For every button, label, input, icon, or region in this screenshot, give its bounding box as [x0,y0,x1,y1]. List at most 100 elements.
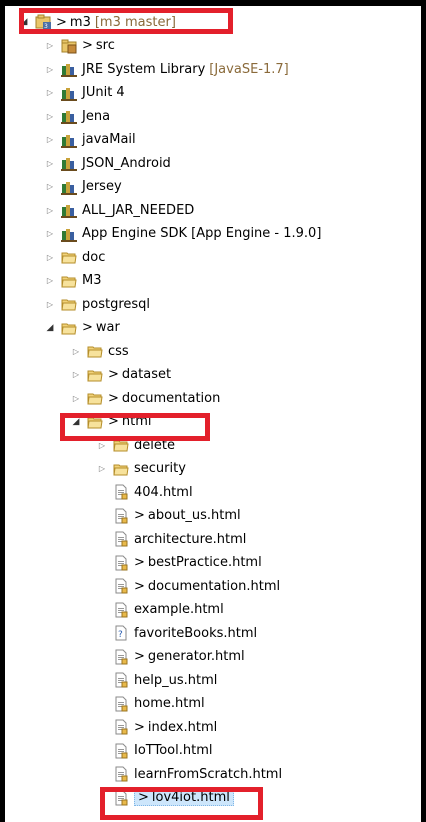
tree-item-label: bestPractice.html [147,555,262,570]
tree-item-text: JRE System Library [JavaSE-1.7] [82,62,289,77]
tree-row-bestpractice-html[interactable]: > bestPractice.html [97,553,421,573]
collapsed-arrow-icon[interactable]: ▷ [71,392,81,404]
tree-row-src[interactable]: ▷ > src [45,36,421,56]
tree-row-javamail[interactable]: ▷ javaMail [45,130,421,150]
tree-item-label: learnFromScratch.html [134,766,283,782]
html-file-icon [113,743,129,759]
tree-item-text: javaMail [82,132,136,147]
tree-row-json-android[interactable]: ▷ JSON_Android [45,153,421,173]
tree-row-jersey[interactable]: ▷ Jersey [45,177,421,197]
tree-row-iottool-html[interactable]: IoTTool.html [97,741,421,761]
tree-row-lov4iot-html[interactable]: > lov4iot.html [97,788,421,808]
library-icon [61,202,77,218]
collapsed-arrow-icon[interactable]: ▷ [45,87,55,99]
collapsed-arrow-icon[interactable]: ▷ [45,40,55,52]
folder-icon [87,390,103,406]
collapsed-arrow-icon[interactable]: ▷ [45,228,55,240]
tree-item-label: doc [82,249,106,265]
collapsed-arrow-icon[interactable]: ▷ [45,63,55,75]
collapsed-arrow-icon[interactable]: ▷ [45,275,55,287]
collapsed-arrow-icon[interactable]: ▷ [45,134,55,146]
collapsed-arrow-icon[interactable]: ▷ [45,204,55,216]
collapsed-arrow-icon[interactable]: ▷ [71,369,81,381]
tree-item-label: dataset [121,367,172,382]
tree-row-home-html[interactable]: home.html [97,694,421,714]
tree-item-text: JUnit 4 [82,85,125,100]
tree-row-html[interactable]: ◢ > html [71,412,421,432]
collapsed-arrow-icon[interactable]: ▷ [45,181,55,193]
tree-row-security[interactable]: ▷ security [97,459,421,479]
collapsed-arrow-icon[interactable]: ▷ [45,251,55,263]
tree-row-help-us-html[interactable]: help_us.html [97,670,421,690]
library-icon [61,155,77,171]
tree-row-index-html[interactable]: > index.html [97,717,421,737]
tree-item-text: M3 [82,273,102,288]
library-icon [61,108,77,124]
tree-row-learnfromscratch-html[interactable]: learnFromScratch.html [97,764,421,784]
tree-row-junit-4[interactable]: ▷ JUnit 4 [45,83,421,103]
unknown-file-icon: ? [113,625,129,641]
tree-row-generator-html[interactable]: > generator.html [97,647,421,667]
tree-item-text: > html [108,414,152,429]
tree-row-about-us-html[interactable]: > about_us.html [97,506,421,526]
tree-item-label: Jersey [82,179,122,194]
tree-item-text: IoTTool.html [134,743,213,758]
tree-item-text: Jersey [82,179,122,194]
tree-row-architecture-html[interactable]: architecture.html [97,529,421,549]
tree-row-css[interactable]: ▷ css [71,341,421,361]
project-icon: 3 [35,14,51,30]
tree-item-text: JSON_Android [82,156,171,171]
tree-item-label: favoriteBooks.html [134,625,258,641]
tree-item-label: javaMail [82,132,136,147]
tree-row-documentation[interactable]: ▷ > documentation [71,388,421,408]
tree-item-label: html [121,414,152,429]
tree-row-project-m3[interactable]: ◢ 3 > m3 [m3 master] [19,12,229,32]
tree-row-example-html[interactable]: example.html [97,600,421,620]
tree-item-text: postgresql [82,297,150,312]
tree-row-documentation-html[interactable]: > documentation.html [97,576,421,596]
tree-row-dataset[interactable]: ▷ > dataset [71,365,421,385]
collapsed-arrow-icon[interactable]: ▷ [45,298,55,310]
tree-row-m3[interactable]: ▷ M3 [45,271,421,291]
git-outgoing-prefix: > [134,555,145,570]
collapsed-arrow-icon[interactable]: ▷ [45,110,55,122]
collapsed-arrow-icon[interactable]: ▷ [97,439,107,451]
tree-row-doc[interactable]: ▷ doc [45,247,421,267]
html-file-icon [113,484,129,500]
tree-item-text: > index.html [134,720,217,735]
tree-row-404-html[interactable]: 404.html [97,482,421,502]
expanded-arrow-icon[interactable]: ◢ [71,416,81,428]
tree-item-label: IoTTool.html [134,743,213,758]
tree-row-jre-system-library[interactable]: ▷ JRE System Library [JavaSE-1.7] [45,59,421,79]
svg-text:3: 3 [44,23,48,30]
collapsed-arrow-icon[interactable]: ▷ [71,345,81,357]
tree-item-label: home.html [134,696,205,711]
tree-row-delete[interactable]: ▷ delete [97,435,421,455]
tree-item-text: > about_us.html [134,508,241,523]
tree-item-text: favoriteBooks.html [134,626,257,641]
tree-item-label: delete [134,437,175,453]
tree-row-favoritebooks-html[interactable]: ? favoriteBooks.html [97,623,421,643]
tree-row-app-engine-sdk-app-engine-1-9-0[interactable]: ▷ App Engine SDK [App Engine - 1.9.0] [45,224,421,244]
tree-item-label: architecture.html [134,531,247,547]
library-icon [61,226,77,242]
tree-row-jena[interactable]: ▷ Jena [45,106,421,126]
collapsed-arrow-icon[interactable]: ▷ [45,157,55,169]
expanded-arrow-icon[interactable]: ◢ [45,322,55,334]
git-outgoing-prefix: > [134,719,145,735]
git-outgoing-prefix: > [134,649,145,664]
tree-item-label: index.html [147,719,218,735]
tree-item-label: App Engine SDK [App Engine - 1.9.0] [82,226,322,241]
collapsed-arrow-icon[interactable]: ▷ [97,463,107,475]
tree-row-all-jar-needed[interactable]: ▷ ALL_JAR_NEEDED [45,200,421,220]
tree-item-text: > documentation.html [134,579,280,594]
tree-row-war[interactable]: ◢ > war [45,318,421,338]
tree-row-postgresql[interactable]: ▷ postgresql [45,294,421,314]
expanded-arrow-icon[interactable]: ◢ [19,16,29,28]
